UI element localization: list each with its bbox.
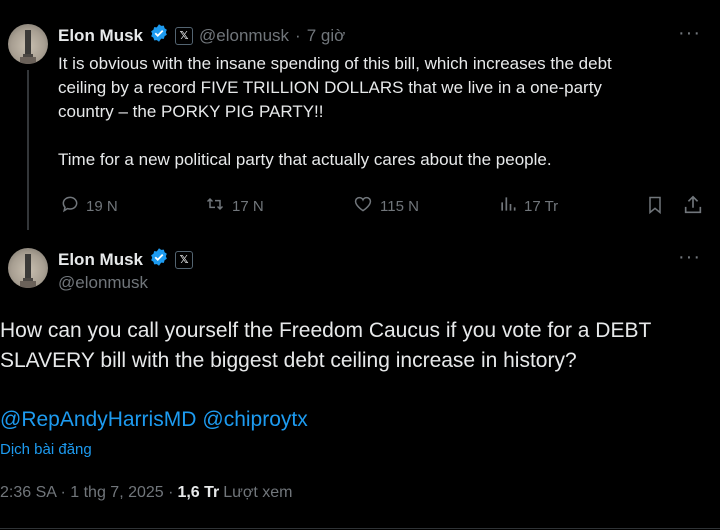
more-options-icon[interactable]: ··· xyxy=(678,22,701,45)
separator: · xyxy=(295,25,301,45)
repost-count: 17 N xyxy=(232,197,264,215)
tweet1-header: Elon Musk 𝕏 @elonmusk · 7 giờ xyxy=(58,23,345,48)
handle[interactable]: @elonmusk xyxy=(199,26,289,46)
reply-icon xyxy=(60,194,80,218)
tweet2-header: Elon Musk 𝕏 xyxy=(58,247,194,272)
tweet1-text: It is obvious with the insane spending o… xyxy=(58,52,708,172)
mention-link[interactable]: @RepAndyHarrisMD xyxy=(0,405,196,435)
views-count: 17 Tr xyxy=(524,197,559,215)
repost-button[interactable]: 17 N xyxy=(204,194,264,218)
bookmark-icon[interactable] xyxy=(645,194,665,221)
text-line: How can you call yourself the Freedom Ca… xyxy=(0,319,652,342)
like-icon xyxy=(352,194,374,218)
post-timestamp[interactable]: 2:36 SA · 1 thg 7, 2025 · xyxy=(0,484,173,502)
translate-link[interactable]: Dịch bài đăng xyxy=(0,441,92,458)
avatar[interactable] xyxy=(8,248,48,288)
mention-link[interactable]: @chiproytx xyxy=(202,405,307,435)
verified-badge-icon xyxy=(149,247,169,272)
x-affiliation-icon: 𝕏 xyxy=(175,26,194,45)
repost-icon xyxy=(204,194,226,218)
view-count: 1,6 Tr xyxy=(177,484,220,501)
mentions: @RepAndyHarrisMD @chiproytx xyxy=(0,405,308,435)
verified-badge-icon xyxy=(149,23,169,48)
like-count: 115 N xyxy=(380,197,419,215)
timestamp[interactable]: 7 giờ xyxy=(307,26,346,46)
tweet2-text: How can you call yourself the Freedom Ca… xyxy=(0,316,712,376)
author-name[interactable]: Elon Musk xyxy=(58,26,143,46)
text-line: SLAVERY bill with the biggest debt ceili… xyxy=(0,349,577,372)
share-icon[interactable] xyxy=(682,194,704,221)
more-options-icon[interactable]: ··· xyxy=(678,246,701,269)
divider xyxy=(0,528,720,529)
thread-line xyxy=(27,70,29,230)
text-line: It is obvious with the insane spending o… xyxy=(58,54,612,73)
reply-button[interactable]: 19 N xyxy=(60,194,118,218)
author-name[interactable]: Elon Musk xyxy=(58,250,143,270)
text-line: ceiling by a record FIVE TRILLION DOLLAR… xyxy=(58,78,602,97)
views-icon xyxy=(498,194,518,218)
x-affiliation-icon: 𝕏 xyxy=(175,250,194,269)
reply-count: 19 N xyxy=(86,197,118,215)
views-button[interactable]: 17 Tr xyxy=(498,194,558,218)
like-button[interactable]: 115 N xyxy=(352,194,419,218)
text-line: country – the PORKY PIG PARTY!! xyxy=(58,102,324,121)
text-line: Time for a new political party that actu… xyxy=(58,150,552,169)
view-label: Lượt xem xyxy=(223,484,293,501)
avatar[interactable] xyxy=(8,24,48,64)
handle[interactable]: @elonmusk xyxy=(58,273,148,293)
post-meta: 2:36 SA · 1 thg 7, 2025 · 1,6 Tr Lượt xe… xyxy=(0,484,292,502)
